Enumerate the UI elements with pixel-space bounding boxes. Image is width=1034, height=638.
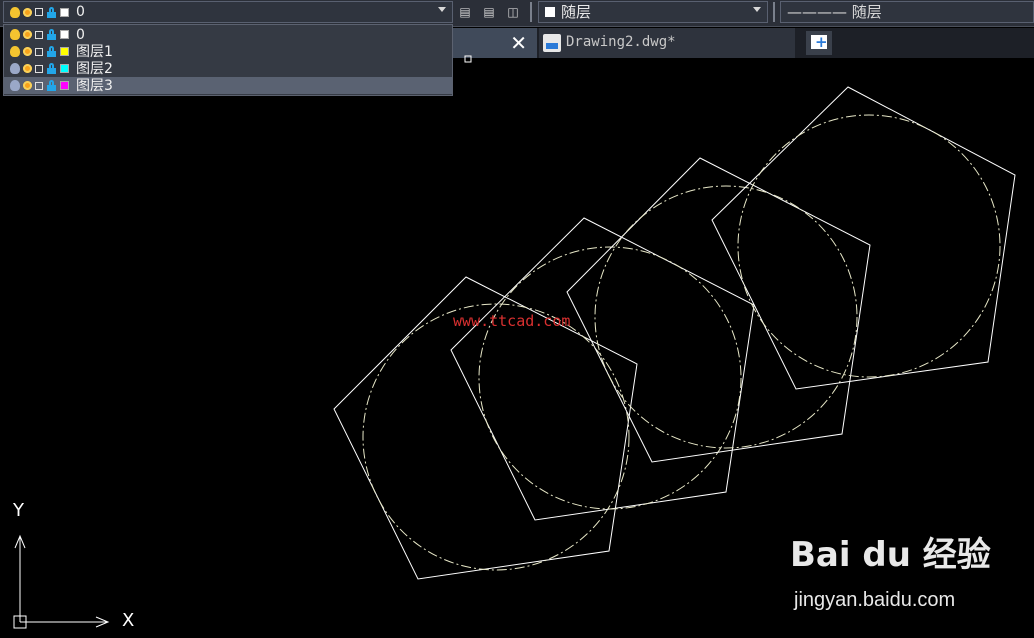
pentagon-3[interactable] — [566, 157, 871, 463]
baidu-url: jingyan.baidu.com — [794, 589, 956, 611]
pentagon-4[interactable] — [711, 86, 1016, 390]
grip-marker[interactable] — [464, 55, 472, 63]
circle-4[interactable] — [737, 114, 1001, 378]
pentagon-2[interactable] — [450, 217, 755, 521]
circle-1[interactable] — [362, 303, 630, 571]
ucs-x-label: X — [122, 610, 135, 631]
baidu-logo: Bai du 经验 — [790, 535, 991, 575]
baidu-jingyan-watermark: Bai du 经验 jingyan.baidu.com — [790, 527, 991, 611]
ucs-y-label: Y — [13, 500, 24, 521]
ttcad-watermark: www.ttcad.com — [453, 312, 571, 330]
ucs-icon — [13, 534, 110, 629]
